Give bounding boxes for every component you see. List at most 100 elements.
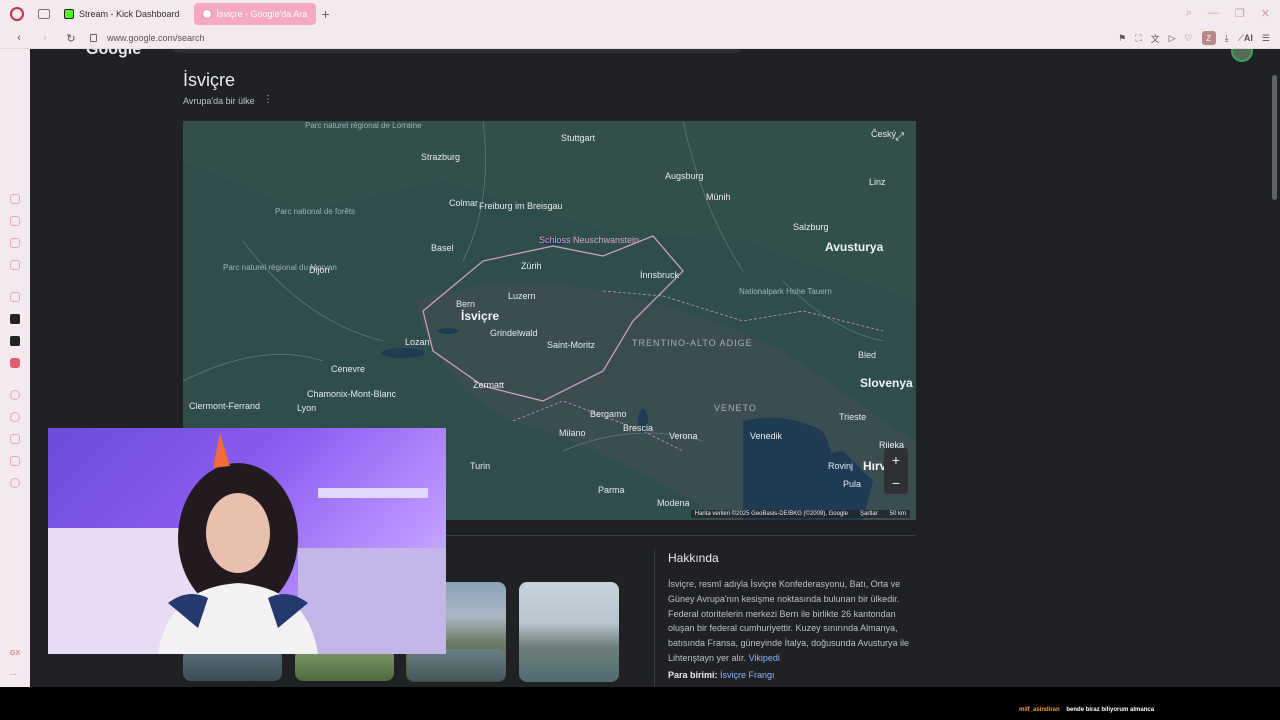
map-city-label: Turin (470, 461, 491, 471)
account-avatar[interactable] (1231, 49, 1253, 62)
map-city-label: Strazburg (421, 152, 461, 162)
map-city-label: Rovinj (828, 461, 854, 471)
map-city-label: Brescia (623, 423, 654, 433)
more-icon[interactable]: ··· (10, 672, 17, 679)
workspaces-icon[interactable] (38, 9, 50, 19)
x-twitter-icon[interactable] (10, 336, 20, 346)
image-thumbnail[interactable] (519, 582, 619, 682)
webcam-scene (48, 433, 446, 654)
map-city-label: Luzern (508, 291, 536, 301)
map-city-label: Pula (843, 479, 862, 489)
kick-favicon-icon (64, 9, 74, 19)
map-attribution: Harita verileri ©2025 GeoBasis-DE/BKG (©… (694, 511, 848, 517)
map-city-label: Freiburg im Breisgau (479, 201, 563, 211)
map-city-label: Zürih (521, 261, 542, 271)
map-region-label: VENETO (714, 403, 757, 413)
map-city-label: Parma (598, 485, 625, 495)
currency-label: Para birimi: (668, 670, 718, 680)
google-logo[interactable]: Google (86, 49, 141, 59)
bookmark-icon[interactable]: ⚑ (1118, 33, 1126, 44)
map-footer: Harita verileri ©2025 GeoBasis-DE/BKG (©… (690, 510, 910, 518)
map-city-label: Cenevre (331, 364, 366, 374)
extensions-icon[interactable] (10, 456, 20, 466)
translate-icon[interactable]: 文 (1151, 32, 1160, 45)
entity-subtitle: Avrupa'da bir ülke (183, 96, 255, 106)
opera-logo-icon[interactable] (10, 7, 24, 21)
tab-kick-dashboard[interactable]: Stream - Kick Dashboard (56, 3, 188, 25)
downloads-icon[interactable] (10, 434, 20, 444)
stream-overlay-bar (0, 687, 1280, 720)
map-city-label: Salzburg (793, 222, 829, 232)
search-box[interactable] (170, 49, 744, 53)
wikipedia-link[interactable]: Vikipedi (749, 653, 780, 663)
player-icon[interactable] (10, 390, 20, 400)
map-city-label: Stuttgart (561, 133, 596, 143)
profile-button[interactable]: Z (1201, 31, 1216, 45)
webcam-overlay (48, 428, 446, 654)
map-city-label: Lozan (405, 337, 430, 347)
map-city-label: Bled (858, 350, 877, 360)
back-button[interactable]: ‹ (12, 32, 26, 44)
snapshot-icon[interactable]: ⛶ (1135, 33, 1141, 44)
instagram-icon[interactable] (10, 292, 20, 302)
map-city-label: Dijon (309, 265, 330, 275)
tab-label: İsviçre - Google'da Ara (216, 9, 308, 19)
new-tab-button[interactable]: + (322, 6, 330, 22)
gx-icon[interactable]: GX (10, 650, 20, 657)
map-city-label: Chamonix-Mont-Blanc (307, 389, 397, 399)
tab-google-search[interactable]: İsviçre - Google'da Ara (193, 3, 316, 25)
url-field[interactable]: www.google.com/search (107, 33, 205, 43)
map-city-label: Bern (456, 299, 476, 309)
history-icon[interactable] (10, 412, 20, 422)
map-scale: 50 km (889, 511, 906, 517)
map-city-label: Bergamo (590, 409, 627, 419)
messenger-icon[interactable] (10, 260, 20, 270)
currency-row: Para birimi: İsviçre Frangı (668, 670, 775, 680)
menu-icon[interactable]: ☰ (1262, 33, 1270, 44)
forward-button[interactable]: › (38, 32, 52, 44)
lock-icon (90, 34, 97, 42)
more-options-icon[interactable]: ⋮ (263, 94, 273, 105)
heart-icon[interactable]: ♡ (1185, 33, 1193, 44)
shopping-icon[interactable] (10, 216, 20, 226)
map-city-label: Saint-Moritz (547, 340, 596, 350)
zoom-out-button[interactable]: − (884, 471, 908, 494)
map-country-label: Slovenya (860, 376, 913, 390)
map-region-label: TRENTINO-ALTO ADIGE (632, 338, 753, 348)
download-icon[interactable]: ⤓ (1225, 33, 1229, 44)
map-city-label: Grindelwald (490, 328, 538, 338)
settings-gear-icon[interactable] (10, 478, 20, 488)
zoom-in-button[interactable]: + (884, 448, 908, 471)
reload-button[interactable]: ↻ (64, 32, 78, 45)
minimize-button[interactable]: — (1208, 7, 1219, 20)
gaming-icon[interactable] (10, 238, 20, 248)
currency-link[interactable]: İsviçre Frangı (720, 670, 775, 680)
play-icon[interactable]: ▷ (1169, 33, 1176, 44)
map-city-label: Milano (559, 428, 586, 438)
map-city-label: Modena (657, 498, 690, 508)
map-city-label: Lyon (297, 403, 317, 413)
youtube-icon[interactable] (10, 358, 20, 368)
map-terms-link[interactable]: Şartlar (860, 511, 878, 517)
about-text: İsviçre, resmî adıyla İsviçre Konfederas… (668, 577, 912, 666)
expand-map-icon[interactable]: ⤢ (895, 131, 904, 144)
column-divider (654, 549, 655, 687)
window-controls: ⌕ — ❐ ✕ (1186, 7, 1270, 20)
map-city-label: Colmar (449, 198, 479, 208)
chat-message: milf_asindiran bende biraz biliyorum alm… (1019, 707, 1154, 713)
browser-sidebar: GX ··· (0, 49, 30, 687)
tiktok-icon[interactable] (10, 314, 20, 324)
about-heading: Hakkında (668, 551, 719, 565)
search-tabs-icon[interactable]: ⌕ (1186, 7, 1192, 20)
maximize-button[interactable]: ❐ (1235, 7, 1245, 20)
close-button[interactable]: ✕ (1261, 7, 1270, 20)
map-city-label: Venedik (750, 431, 783, 441)
aria-icon[interactable] (10, 194, 20, 204)
map-city-label: Augsburg (665, 171, 704, 181)
ai-button[interactable]: ⟋AI (1238, 33, 1253, 44)
map-park-label: Parc national de forêts (275, 207, 356, 216)
tab-label: Stream - Kick Dashboard (79, 9, 180, 19)
scrollbar-thumb[interactable] (1272, 75, 1277, 200)
map-city-label: İnnsbruck (640, 270, 680, 280)
map-poi-label: Schloss Neuschwanstein (539, 235, 640, 245)
